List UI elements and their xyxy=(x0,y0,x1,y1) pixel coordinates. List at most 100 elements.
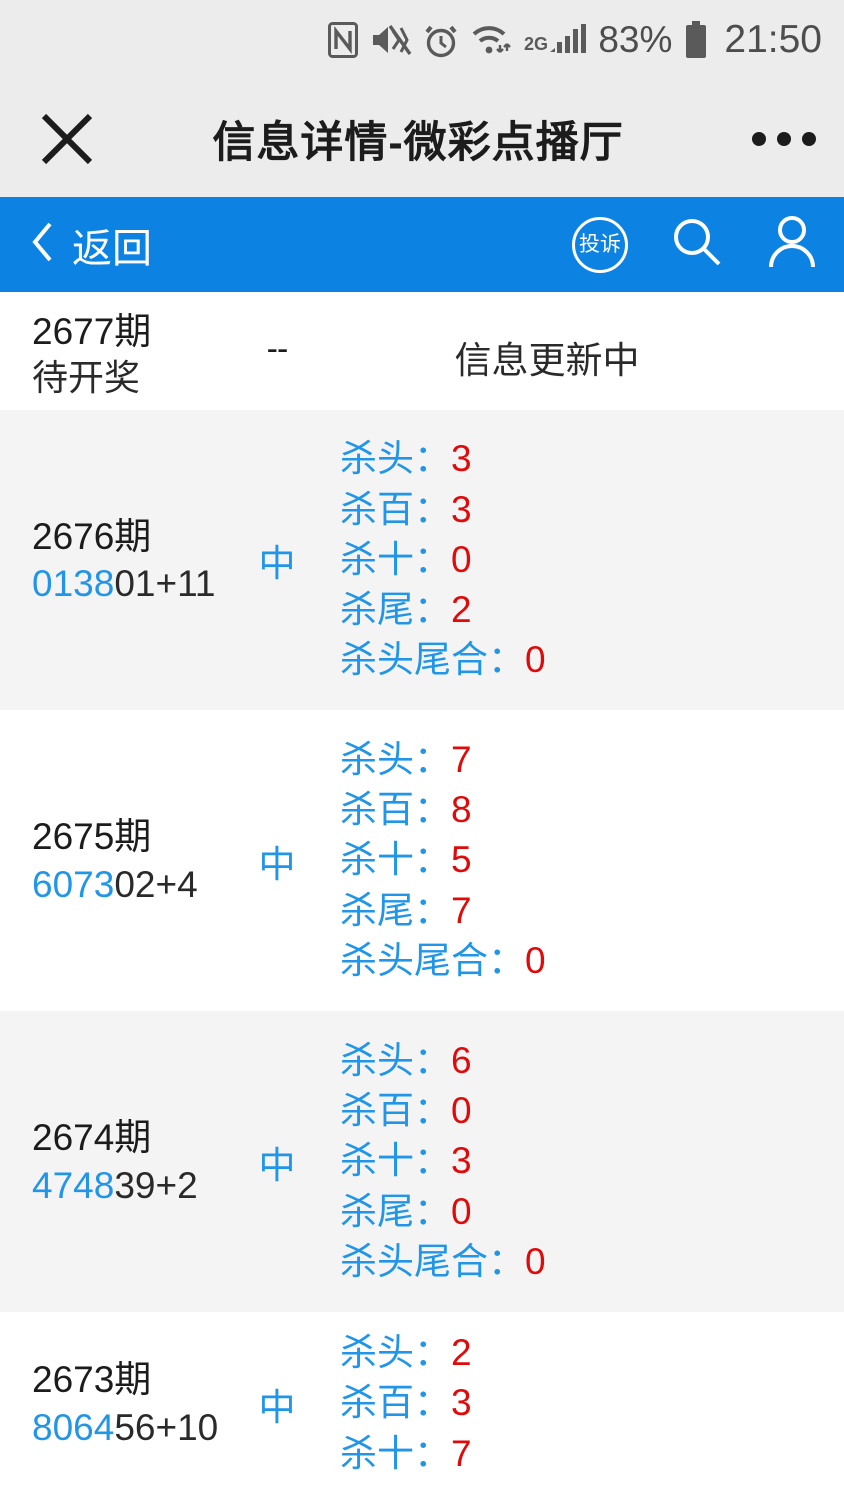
issue-number: 2676期 xyxy=(32,515,152,557)
stat-value: 3 xyxy=(451,1382,472,1424)
stat-value: 0 xyxy=(525,939,546,981)
stat-value: 3 xyxy=(451,438,472,480)
stat-line: 杀十：3 xyxy=(340,1136,844,1186)
info-cell: 杀头：7 杀百：8 杀十：5 杀尾：7 杀头尾合：0 xyxy=(332,735,844,987)
nfc-icon xyxy=(328,22,359,58)
stat-value: 2 xyxy=(451,589,472,631)
table-row[interactable]: 2674期 474839+2 中 杀头：6 杀百：0 杀十：3 杀尾：0 杀头尾… xyxy=(0,1011,844,1312)
search-icon[interactable] xyxy=(670,215,724,274)
complaint-label: 投诉 xyxy=(579,233,621,256)
stat-colon: ： xyxy=(414,738,451,780)
back-button[interactable]: 返回 xyxy=(30,216,152,274)
stat-value: 0 xyxy=(451,1190,472,1232)
table-row[interactable]: 2673期 806456+10 中 杀头：2 杀百：3 杀十：7 xyxy=(0,1312,844,1495)
back-label: 返回 xyxy=(72,226,152,271)
stat-value: 0 xyxy=(451,1090,472,1132)
close-icon[interactable] xyxy=(22,110,112,168)
wifi-icon xyxy=(470,22,512,58)
issue-numbers-highlight: 4748 xyxy=(32,1164,115,1206)
complaint-button[interactable]: 投诉 xyxy=(572,216,628,273)
issue-status: 待开奖 xyxy=(32,357,141,399)
issue-numbers-highlight: 6073 xyxy=(32,863,115,905)
stat-line: 杀百：3 xyxy=(340,1378,844,1428)
stat-label: 杀百 xyxy=(340,789,414,831)
stat-label: 杀头尾合 xyxy=(340,1240,488,1282)
stat-label: 杀百 xyxy=(340,1382,414,1424)
stat-label: 杀百 xyxy=(340,488,414,530)
table-row[interactable]: 2677期 待开奖 -- 信息更新中 xyxy=(0,292,844,410)
issue-cell: 2675期 607302+4 xyxy=(32,813,222,908)
info-cell: 信息更新中 xyxy=(332,308,844,384)
stat-colon: ： xyxy=(414,1332,451,1374)
signal-2g-icon: 2G xyxy=(524,22,587,58)
table-row[interactable]: 2675期 607302+4 中 杀头：7 杀百：8 杀十：5 杀尾：7 杀头尾… xyxy=(0,710,844,1011)
hit-cell: 中 xyxy=(258,843,296,885)
hit-cell: 中 xyxy=(258,1386,296,1428)
stat-colon: ： xyxy=(414,438,451,480)
chevron-left-icon xyxy=(30,220,56,269)
alarm-icon xyxy=(424,22,458,58)
mute-vibrate-icon xyxy=(370,23,412,57)
stat-colon: ： xyxy=(488,939,525,981)
stat-line: 杀百：8 xyxy=(340,785,844,835)
stat-colon: ： xyxy=(414,1432,451,1474)
stat-label: 杀十 xyxy=(340,538,414,580)
stat-label: 杀十 xyxy=(340,1432,414,1474)
table-row[interactable]: 2676期 013801+11 中 杀头：3 杀百：3 杀十：0 杀尾：2 杀头… xyxy=(0,410,844,710)
browser-header: 信息详情-微彩点播厅 xyxy=(0,80,844,197)
stat-value: 6 xyxy=(451,1039,472,1081)
issue-numbers-highlight: 0138 xyxy=(32,563,115,604)
more-dots-icon[interactable] xyxy=(734,131,844,146)
hit-cell: 中 xyxy=(258,543,296,584)
stat-label: 杀头尾合 xyxy=(340,639,488,681)
stat-colon: ： xyxy=(414,1190,451,1232)
issue-numbers: 806456+10 xyxy=(32,1404,222,1451)
stat-colon: ： xyxy=(414,789,451,831)
issue-cell: 2673期 806456+10 xyxy=(32,1356,222,1451)
issue-numbers: 607302+4 xyxy=(32,861,222,908)
page-title: 信息详情-微彩点播厅 xyxy=(212,118,624,167)
stat-colon: ： xyxy=(488,1240,525,1282)
hit-cell: -- xyxy=(266,330,289,368)
issue-cell: 2677期 待开奖 xyxy=(32,308,222,401)
stat-value: 7 xyxy=(451,1432,472,1474)
issue-numbers: 474839+2 xyxy=(32,1162,222,1209)
stat-value: 3 xyxy=(451,1140,472,1182)
stat-colon: ： xyxy=(414,538,451,580)
user-icon[interactable] xyxy=(766,215,818,274)
issue-number: 2677期 xyxy=(32,311,152,352)
stat-colon: ： xyxy=(414,589,451,631)
stat-line: 杀头尾合：0 xyxy=(340,1237,844,1287)
issue-numbers-highlight: 8064 xyxy=(32,1406,115,1448)
stat-label: 杀头 xyxy=(340,438,414,480)
issue-number: 2675期 xyxy=(32,816,152,858)
stat-label: 杀百 xyxy=(340,1090,414,1132)
issue-cell: 2676期 013801+11 xyxy=(32,513,222,608)
stat-colon: ： xyxy=(414,1039,451,1081)
stat-colon: ： xyxy=(414,1382,451,1424)
stat-label: 杀头尾合 xyxy=(340,939,488,981)
stat-colon: ： xyxy=(414,889,451,931)
svg-text:2G: 2G xyxy=(524,34,548,54)
issue-number: 2673期 xyxy=(32,1359,152,1401)
stat-value: 0 xyxy=(451,538,472,580)
stat-label: 杀十 xyxy=(340,1140,414,1182)
stat-line: 杀十：0 xyxy=(340,535,844,585)
issue-numbers-rest: 56+10 xyxy=(114,1406,219,1448)
stat-line: 杀头尾合：0 xyxy=(340,635,844,685)
status-bar: 2G 83% 21:50 xyxy=(0,0,844,80)
info-cell: 杀头：2 杀百：3 杀十：7 xyxy=(332,1328,844,1479)
stat-colon: ： xyxy=(414,488,451,530)
stat-value: 0 xyxy=(525,1240,546,1282)
issue-number: 2674期 xyxy=(32,1117,152,1159)
issue-cell: 2674期 474839+2 xyxy=(32,1114,222,1209)
stat-line: 杀头：7 xyxy=(340,735,844,785)
issue-numbers-rest: 39+2 xyxy=(114,1164,198,1206)
stat-line: 杀尾：2 xyxy=(340,585,844,635)
stat-line: 杀尾：0 xyxy=(340,1187,844,1237)
hit-cell: 中 xyxy=(258,1144,296,1186)
issue-numbers-rest: 01+11 xyxy=(114,563,216,604)
battery-percent-label: 83% xyxy=(598,19,673,60)
stat-colon: ： xyxy=(414,839,451,881)
update-message: 信息更新中 xyxy=(454,340,640,381)
